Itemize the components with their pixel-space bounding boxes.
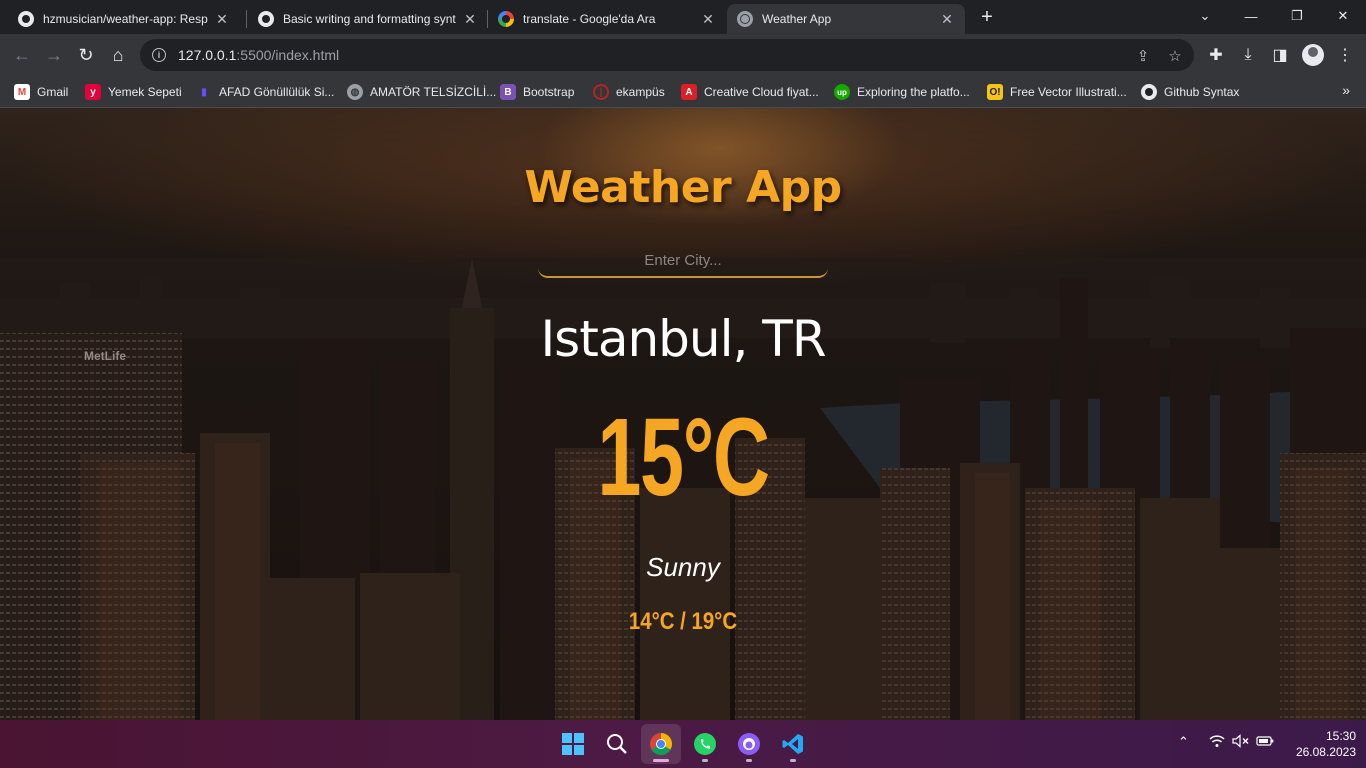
close-tab-icon[interactable]: ✕ (939, 11, 955, 28)
bookmark-amator-telsizcilik[interactable]: ◍ AMATÖR TELSİZCİLİ... (347, 82, 496, 102)
globe-icon: ◍ (347, 84, 363, 100)
app-title: Weather App (524, 162, 842, 213)
tab-title: Weather App (762, 12, 832, 26)
more-bookmarks-chevron-icon[interactable]: » (1342, 82, 1350, 98)
running-app-indicator (702, 759, 708, 762)
bookmark-label: Github Syntax (1164, 85, 1240, 99)
close-tab-icon[interactable]: ✕ (700, 11, 716, 28)
menu-kebab-icon[interactable]: ⋮ (1334, 44, 1356, 66)
new-tab-button[interactable]: + (976, 6, 998, 28)
upwork-icon: up (834, 84, 850, 100)
browser-tab-strip: hzmusician/weather-app: Respon ✕ Basic w… (0, 0, 1366, 34)
bookmark-label: Free Vector Illustrati... (1010, 85, 1127, 99)
tab-translate[interactable]: translate - Google'da Ara ✕ (488, 4, 726, 34)
freevector-icon: O! (987, 84, 1003, 100)
weather-app-container: Weather App Istanbul, TR 15°C Sunny 14°C… (0, 108, 1366, 720)
bookmark-bootstrap[interactable]: B Bootstrap (500, 82, 574, 102)
close-tab-icon[interactable]: ✕ (462, 11, 478, 28)
bookmark-label: Bootstrap (523, 85, 575, 99)
min-max-temperature: 14°C / 19°C (628, 608, 738, 635)
tab-basic-writing[interactable]: Basic writing and formatting synt ✕ (248, 4, 488, 34)
bookmark-label: Yemek Sepeti (108, 85, 182, 99)
system-clock[interactable]: 15:30 26.08.2023 (1282, 728, 1356, 760)
bookmark-ekampus[interactable]: | ekampüs (593, 82, 665, 102)
adobe-icon: A (681, 84, 697, 100)
ekampus-icon: | (593, 84, 609, 100)
city-name: Istanbul, TR (540, 310, 826, 368)
whatsapp-icon[interactable] (685, 724, 725, 764)
city-search-input[interactable] (538, 244, 828, 278)
search-icon[interactable] (597, 724, 637, 764)
clock-date: 26.08.2023 (1295, 745, 1356, 759)
github-icon (18, 11, 34, 27)
bookmark-gmail[interactable]: M Gmail (14, 82, 68, 102)
battery-charging-icon[interactable] (1256, 734, 1274, 751)
tab-title: Basic writing and formatting synt (283, 12, 456, 26)
bookmark-yemek-sepeti[interactable]: y Yemek Sepeti (85, 82, 182, 102)
minimize-button[interactable]: — (1228, 0, 1274, 32)
github-icon (1141, 84, 1157, 100)
bookmark-label: ekampüs (616, 85, 665, 99)
afad-icon: ▮ (201, 86, 207, 98)
bookmark-star-icon[interactable]: ☆ (1166, 47, 1184, 65)
bookmark-label: AFAD Gönüllülük Si... (219, 85, 335, 99)
close-window-button[interactable]: ✕ (1320, 0, 1366, 32)
globe-icon (737, 11, 753, 27)
bookmark-afad[interactable]: ▮ AFAD Gönüllülük Si... (196, 82, 334, 102)
chrome-icon[interactable] (641, 724, 681, 764)
tab-weather-app-repo[interactable]: hzmusician/weather-app: Respon ✕ (8, 4, 240, 34)
back-button[interactable]: ← (9, 42, 35, 68)
bookmark-label: Exploring the platfo... (857, 85, 970, 99)
tab-title: translate - Google'da Ara (523, 12, 656, 26)
tab-weather-app[interactable]: Weather App ✕ (727, 4, 965, 34)
forward-button[interactable]: → (41, 42, 67, 68)
download-icon[interactable]: ⤓ (1237, 44, 1259, 66)
vscode-icon[interactable] (773, 724, 813, 764)
bookmark-label: Gmail (37, 85, 69, 99)
url-host: 127.0.0.1 (178, 47, 237, 63)
side-panel-icon[interactable]: ◨ (1269, 44, 1291, 66)
weather-condition: Sunny (646, 552, 720, 582)
bookmark-upwork[interactable]: up Exploring the platfo... (834, 82, 970, 102)
bootstrap-icon: B (500, 84, 516, 100)
yemeksepeti-icon: y (85, 84, 101, 100)
windows-taskbar: ⌃ 15:30 26.08.2023 (0, 720, 1366, 768)
github-desktop-icon[interactable] (729, 724, 769, 764)
github-icon (258, 11, 274, 27)
bookmark-github-syntax[interactable]: Github Syntax (1141, 82, 1239, 102)
site-info-icon[interactable]: i (152, 48, 166, 62)
volume-muted-icon[interactable] (1232, 734, 1250, 751)
active-app-indicator (653, 759, 669, 762)
share-icon[interactable]: ⇪ (1134, 47, 1152, 65)
profile-avatar[interactable] (1302, 44, 1324, 66)
address-bar[interactable]: i 127.0.0.1:5500/index.html ⇪ ☆ (140, 39, 1194, 71)
current-temperature: 15°C (597, 396, 770, 519)
windows-start-icon[interactable] (553, 724, 593, 764)
clock-time: 15:30 (1325, 729, 1356, 743)
show-hidden-icons-chevron-icon[interactable]: ⌃ (1178, 734, 1189, 750)
gmail-icon: M (14, 84, 30, 100)
reload-button[interactable]: ↻ (73, 42, 99, 68)
tab-search-chevron-icon[interactable]: ⌄ (1182, 0, 1228, 32)
close-tab-icon[interactable]: ✕ (214, 11, 230, 28)
page-viewport: MetLife Weather App Enter City... Istanb… (0, 108, 1366, 720)
tab-divider (246, 10, 247, 28)
bookmark-creative-cloud[interactable]: A Creative Cloud fiyat... (681, 82, 819, 102)
restore-button[interactable]: ❐ (1274, 0, 1320, 32)
wifi-icon[interactable] (1209, 734, 1225, 751)
tab-title: hzmusician/weather-app: Respon (43, 12, 208, 26)
url-path: :5500/index.html (236, 47, 340, 63)
extensions-icon[interactable]: ✚ (1205, 44, 1227, 66)
bookmark-label: Creative Cloud fiyat... (704, 85, 819, 99)
bookmark-free-vector[interactable]: O! Free Vector Illustrati... (987, 82, 1127, 102)
browser-toolbar: ← → ↻ ⌂ i 127.0.0.1:5500/index.html ⇪ ☆ … (0, 34, 1366, 76)
running-app-indicator (790, 759, 796, 762)
google-icon (498, 11, 514, 27)
bookmarks-bar: M Gmail y Yemek Sepeti ▮ AFAD Gönüllülük… (0, 76, 1366, 108)
home-button[interactable]: ⌂ (105, 42, 131, 68)
bookmark-label: AMATÖR TELSİZCİLİ... (370, 85, 497, 99)
running-app-indicator (746, 759, 752, 762)
